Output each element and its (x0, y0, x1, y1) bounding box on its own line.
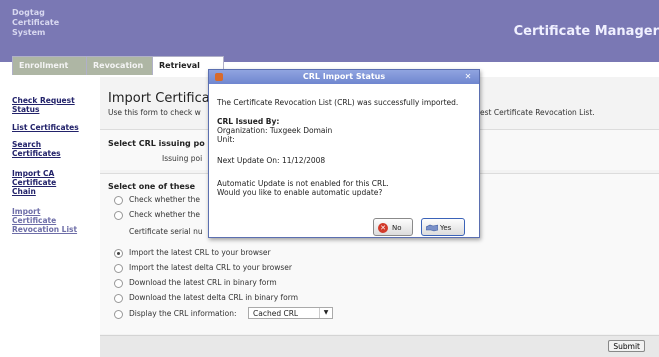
sidebar-item-check-request-status[interactable]: Check Request Status (12, 96, 97, 114)
sidebar-item-label: Import (12, 207, 41, 216)
close-icon[interactable]: ✕ (463, 72, 473, 82)
dialog-title: CRL Import Status (302, 72, 386, 81)
option-check-radio-2[interactable] (114, 211, 123, 220)
option-label: Import the latest CRL to your browser (129, 248, 271, 257)
crl-organization: Organization: Tuxgeek Domain (217, 126, 333, 135)
option-label: Display the CRL information: (129, 309, 237, 318)
dialog-body: The Certificate Revocation List (CRL) wa… (209, 84, 479, 237)
auto-update-question: Would you like to enable automatic updat… (217, 188, 383, 197)
option-label: Download the latest delta CRL in binary … (129, 293, 299, 302)
crl-info-select-value: Cached CRL (253, 309, 299, 318)
chevron-down-icon: ▼ (319, 308, 332, 318)
dialog-message: The Certificate Revocation List (CRL) wa… (217, 98, 459, 107)
no-button-label: No (392, 224, 402, 232)
sidebar-item-label: Certificates (12, 149, 61, 158)
sidebar-item-import-ca-chain[interactable]: Import CA Certificate Chain (12, 169, 97, 196)
import-delta-crl-radio[interactable] (114, 264, 123, 273)
app-header: Dogtag Certificate System Certificate Ma… (0, 0, 659, 62)
app-title-line: Certificate (12, 18, 60, 27)
display-crl-info-radio[interactable] (114, 310, 123, 319)
form-footer: Submit (100, 335, 659, 357)
option-label: Check whether the (129, 210, 201, 219)
cancel-icon: ✕ (378, 223, 388, 233)
app-title-line: System (12, 28, 46, 37)
tab-revocation[interactable]: Revocation (86, 56, 156, 75)
issuing-point-label: Issuing poi (162, 154, 203, 163)
sidebar-item-label: Check Request (12, 96, 75, 105)
section-title: Select CRL issuing po (108, 139, 205, 148)
sidebar-item-label: Certificate (12, 178, 57, 187)
app-title: Dogtag Certificate System (12, 8, 132, 38)
handshake-icon (426, 224, 438, 232)
yes-button[interactable]: Yes (421, 218, 465, 236)
crl-issued-by-label: CRL Issued By: (217, 117, 280, 126)
tab-enrollment[interactable]: Enrollment (12, 56, 88, 75)
section-title: Select one of these (108, 182, 196, 191)
sidebar-item-import-crl[interactable]: Import Certificate Revocation List (12, 207, 97, 234)
sidebar-item-label: Search (12, 140, 42, 149)
sidebar-item-label: Revocation List (12, 225, 78, 234)
app-title-line: Dogtag (12, 8, 45, 17)
yes-button-label: Yes (440, 224, 452, 232)
sidebar-item-label: Certificate (12, 216, 57, 225)
page-description-continued: est Certificate Revocation List. (480, 108, 595, 117)
option-check-radio-1[interactable] (114, 196, 123, 205)
sidebar-item-label: Import CA (12, 169, 55, 178)
crl-import-status-dialog: CRL Import Status ✕ The Certificate Revo… (208, 69, 480, 238)
crl-next-update: Next Update On: 11/12/2008 (217, 156, 326, 165)
serial-number-label: Certificate serial nu (129, 227, 203, 236)
sidebar-item-label: Status (12, 105, 40, 114)
option-label: Import the latest delta CRL to your brow… (129, 263, 292, 272)
crl-info-select[interactable]: Cached CRL ▼ (248, 307, 333, 319)
download-crl-binary-radio[interactable] (114, 279, 123, 288)
download-delta-crl-binary-radio[interactable] (114, 294, 123, 303)
option-label: Download the latest CRL in binary form (129, 278, 277, 287)
auto-update-status: Automatic Update is not enabled for this… (217, 179, 389, 188)
sidebar-item-search-certificates[interactable]: Search Certificates (12, 140, 97, 158)
header-product-name: Certificate Manager (513, 24, 659, 39)
sidebar-item-label: Chain (12, 187, 36, 196)
no-button[interactable]: ✕ No (373, 218, 413, 236)
page-title: Import Certificat (108, 91, 215, 106)
submit-button[interactable]: Submit (608, 340, 645, 352)
page-description: Use this form to check w (108, 108, 201, 117)
crl-unit: Unit: (217, 135, 235, 144)
sidebar-item-list-certificates[interactable]: List Certificates (12, 123, 97, 132)
dialog-titlebar: CRL Import Status ✕ (209, 70, 479, 84)
sidebar-item-label: List Certificates (12, 123, 79, 132)
option-label: Check whether the (129, 195, 201, 204)
import-latest-crl-radio[interactable] (114, 249, 123, 258)
sidebar: Check Request Status List Certificates S… (0, 77, 100, 356)
